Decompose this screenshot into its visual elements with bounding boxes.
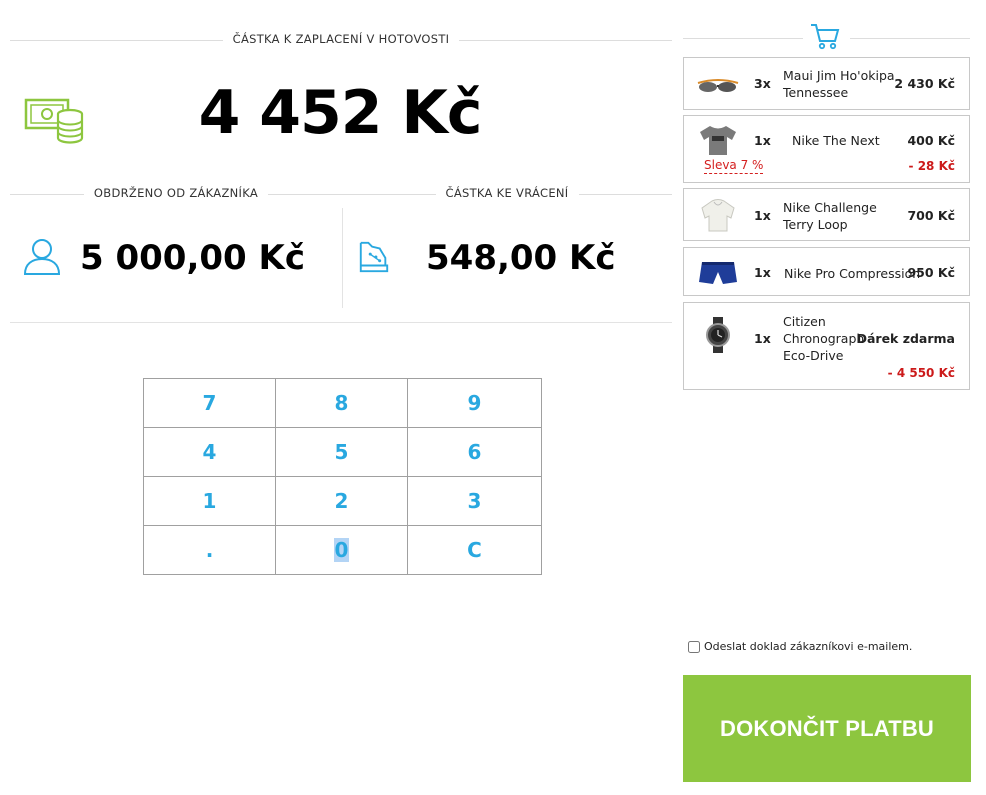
item-name: Nike Challenge Terry Loop <box>783 200 877 232</box>
tshirt-icon <box>700 126 736 155</box>
cart-item: 1x Nike Challenge Terry Loop 700 Kč <box>683 188 970 241</box>
key-3[interactable]: 3 <box>408 477 541 526</box>
key-8[interactable]: 8 <box>276 379 408 428</box>
key-9[interactable]: 9 <box>408 379 541 428</box>
received-heading-label: OBDRŽENO OD ZÁKAZNÍKA <box>83 186 269 200</box>
item-price: 400 Kč <box>907 133 955 148</box>
key-4[interactable]: 4 <box>144 428 276 477</box>
hoodie-icon <box>701 199 735 232</box>
item-qty: 1x <box>754 208 771 223</box>
cart-item: 1x Citizen Chronograph Eco-Drive Dárek z… <box>683 302 970 390</box>
customer-icon <box>23 239 61 275</box>
item-qty: 3x <box>754 76 771 91</box>
cart-item: 1x Nike Pro Compression 950 Kč <box>683 247 970 296</box>
key-0[interactable]: 0 <box>276 526 408 574</box>
column-divider <box>342 208 343 308</box>
due-heading: ČÁSTKA K ZAPLACENÍ V HOTOVOSTI <box>10 30 672 50</box>
item-name: Maui Jim Ho'okipa Tennessee <box>783 68 895 100</box>
item-qty: 1x <box>754 331 771 346</box>
cart-item: 3x Maui Jim Ho'okipa Tennessee 2 430 Kč <box>683 57 970 110</box>
change-heading: ČÁSTKA KE VRÁCENÍ <box>342 184 672 204</box>
watch-icon <box>706 317 730 353</box>
item-qty: 1x <box>754 265 771 280</box>
sunglasses-icon <box>697 79 739 92</box>
item-price: Dárek zdarma <box>856 331 955 346</box>
received-amount: 5 000,00 Kč <box>80 238 306 278</box>
section-divider <box>10 322 672 323</box>
cash-register-icon <box>359 241 389 273</box>
key-1[interactable]: 1 <box>144 477 276 526</box>
change-heading-label: ČÁSTKA KE VRÁCENÍ <box>435 186 579 200</box>
item-name: Nike The Next <box>792 133 880 148</box>
key-6[interactable]: 6 <box>408 428 541 477</box>
cash-coins-icon <box>24 98 84 144</box>
due-heading-label: ČÁSTKA K ZAPLACENÍ V HOTOVOSTI <box>222 32 460 46</box>
total-due-amount: 4 452 Kč <box>198 78 483 148</box>
item-qty: 1x <box>754 133 771 148</box>
email-receipt-option[interactable]: Odeslat doklad zákazníkovi e-mailem. <box>688 640 912 653</box>
key-5[interactable]: 5 <box>276 428 408 477</box>
key-decimal[interactable]: . <box>144 526 276 574</box>
cart-item: 1x Nike The Next 400 Kč Sleva 7 % - 28 K… <box>683 115 970 183</box>
email-receipt-checkbox[interactable] <box>688 640 700 653</box>
email-receipt-label: Odeslat doklad zákazníkovi e-mailem. <box>704 640 913 653</box>
discount-value: - 28 Kč <box>908 159 955 173</box>
received-heading: OBDRŽENO OD ZÁKAZNÍKA <box>10 184 342 204</box>
key-2[interactable]: 2 <box>276 477 408 526</box>
item-price: 950 Kč <box>907 265 955 280</box>
change-amount: 548,00 Kč <box>426 238 616 278</box>
key-clear[interactable]: C <box>408 526 541 574</box>
discount-label[interactable]: Sleva 7 % <box>704 158 764 174</box>
shorts-icon <box>699 262 737 284</box>
item-price: 2 430 Kč <box>894 76 955 91</box>
finish-payment-button[interactable]: DOKONČIT PLATBU <box>683 675 971 782</box>
item-name: Nike Pro Compression <box>784 266 921 281</box>
item-price: 700 Kč <box>907 208 955 223</box>
numeric-keypad: 7 8 9 4 5 6 1 2 3 . 0 C <box>143 378 542 575</box>
item-name: Citizen Chronograph Eco-Drive <box>783 314 865 363</box>
discount-value: - 4 550 Kč <box>887 366 955 380</box>
key-7[interactable]: 7 <box>144 379 276 428</box>
key-0-label: 0 <box>333 538 350 562</box>
cart-icon <box>811 24 840 50</box>
